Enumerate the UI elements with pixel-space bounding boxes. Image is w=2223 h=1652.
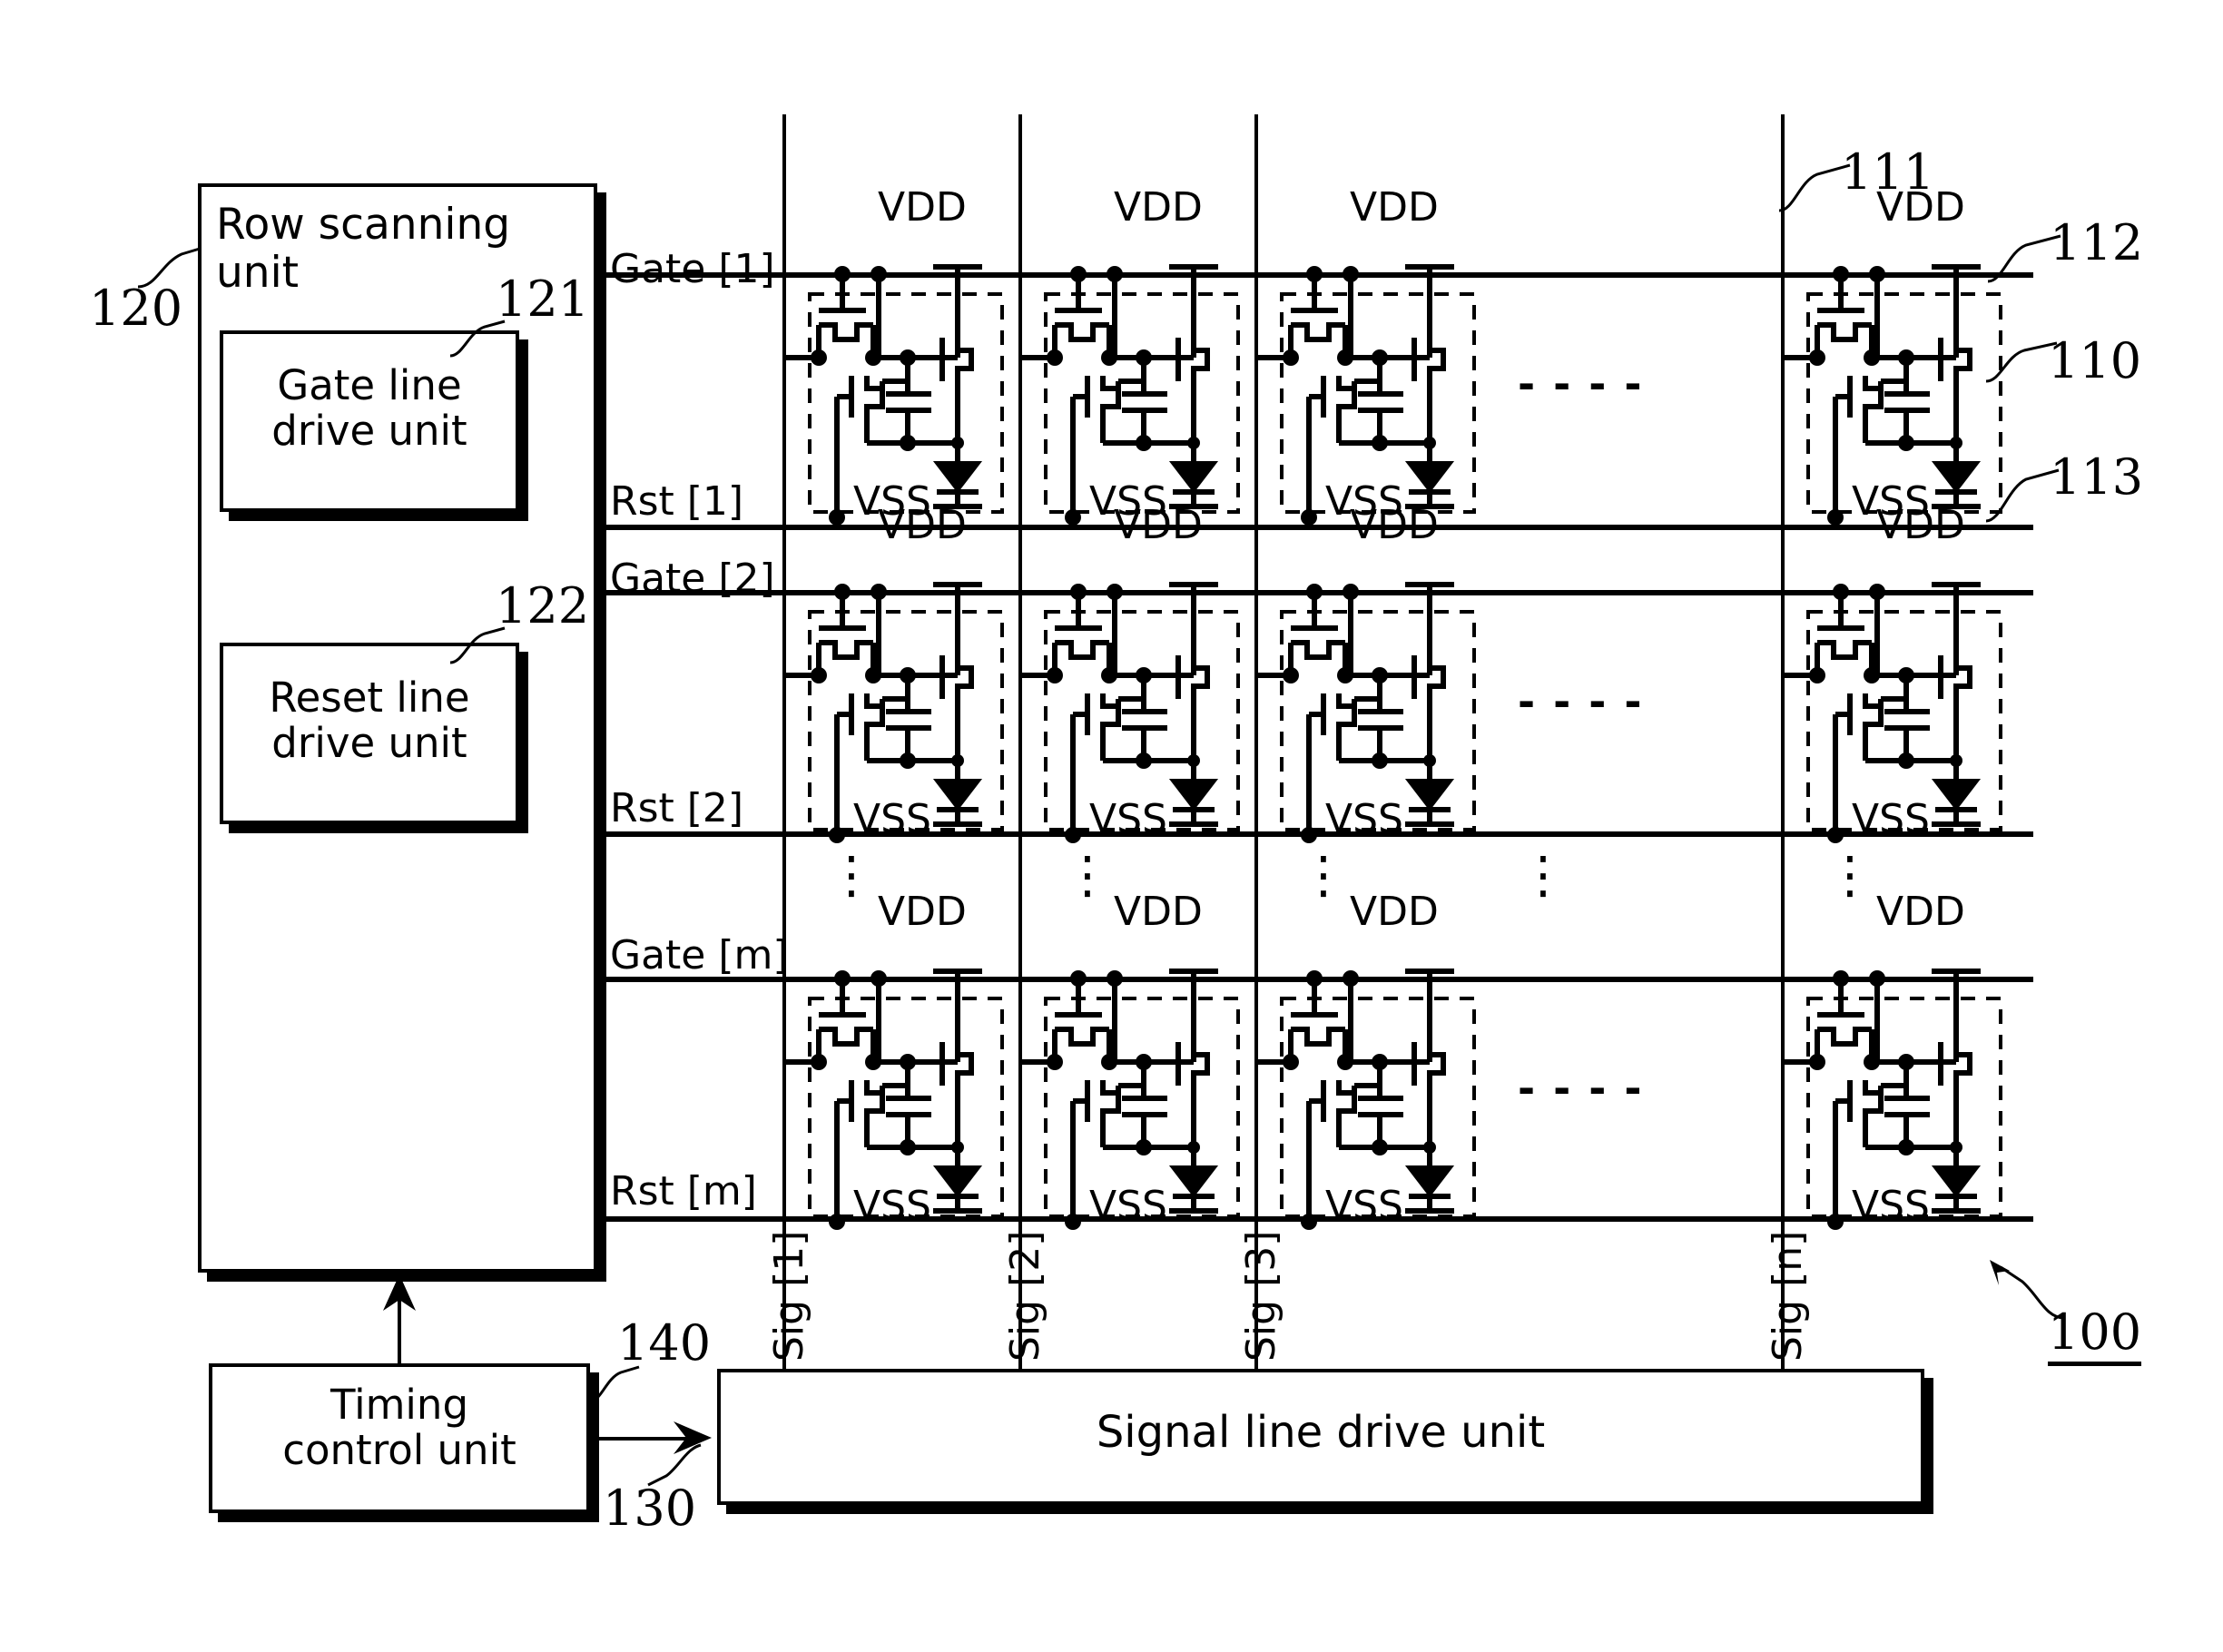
vdd-label: VDD: [878, 889, 967, 935]
column-label-sig-1: Sig [1]: [766, 1230, 812, 1362]
ref-111-leader: [1777, 162, 1854, 216]
signal-line-n[interactable]: [1781, 114, 1785, 1371]
reset-line-drive-unit-label: Reset line drive unit: [269, 674, 470, 768]
vdd-label: VDD: [1114, 502, 1203, 548]
row-label-gate-1: Gate [1]: [610, 246, 775, 292]
row-label-gate-2: Gate [2]: [610, 556, 775, 602]
ref-130-label: 130: [603, 1480, 697, 1537]
ref-120-leader: [136, 227, 209, 300]
vertical-ellipsis: ⋮: [1062, 846, 1113, 905]
signal-line-drive-unit-label: Signal line drive unit: [1096, 1407, 1546, 1458]
vertical-ellipsis: ⋮: [1825, 846, 1875, 905]
vdd-label: VDD: [1114, 889, 1203, 935]
ref-130-leader: [644, 1443, 703, 1489]
vdd-label: VDD: [1350, 184, 1439, 231]
vss-label: VSS: [1089, 796, 1167, 842]
vdd-label: VDD: [878, 184, 967, 231]
vertical-ellipsis: ⋮: [1518, 846, 1569, 905]
vss-label: VSS: [1325, 1183, 1403, 1229]
timing-to-row-scanning-arrow-head: [378, 1274, 421, 1313]
vertical-ellipsis: ⋮: [826, 846, 877, 905]
vss-label: VSS: [1852, 1183, 1930, 1229]
row-scanning-unit-label: Row scanning unit: [216, 200, 511, 298]
ref-140-leader: [588, 1363, 643, 1405]
row-label-gate-m: Gate [m]: [610, 932, 789, 978]
row-label-rst-m: Rst [m]: [610, 1168, 757, 1214]
horizontal-ellipsis: - - - -: [1518, 677, 1644, 726]
ref-100-leader: [1986, 1260, 2068, 1332]
vss-label: VSS: [1089, 1183, 1167, 1229]
vss-label: VSS: [1325, 796, 1403, 842]
vdd-label: VDD: [1114, 184, 1203, 231]
vdd-label: VDD: [1350, 502, 1439, 548]
signal-line-1[interactable]: [782, 114, 786, 1371]
vdd-label: VDD: [1350, 889, 1439, 935]
ref-110-label: 110: [2048, 332, 2142, 389]
horizontal-ellipsis: - - - -: [1518, 359, 1644, 408]
horizontal-ellipsis: - - - -: [1518, 1064, 1644, 1113]
timing-control-unit-label: Timing control unit: [282, 1381, 516, 1475]
ref-122-leader: [448, 624, 512, 666]
column-label-sig-3: Sig [3]: [1238, 1230, 1284, 1362]
vertical-ellipsis: ⋮: [1298, 846, 1349, 905]
patent-figure-canvas: Row scanning unit Gate line drive unit R…: [0, 0, 2223, 1652]
column-label-sig-n: Sig [n]: [1765, 1230, 1811, 1362]
column-label-sig-2: Sig [2]: [1002, 1230, 1048, 1362]
gate-line-drive-unit-label: Gate line drive unit: [271, 361, 467, 456]
vdd-label: VDD: [878, 502, 967, 548]
row-label-rst-1: Rst [1]: [610, 478, 744, 525]
vss-label: VSS: [853, 1183, 931, 1229]
ref-113-label: 113: [2050, 448, 2144, 506]
vss-label: VSS: [853, 796, 931, 842]
row-label-rst-2: Rst [2]: [610, 785, 744, 831]
vdd-label: VDD: [1876, 184, 1965, 231]
ref-121-leader: [448, 318, 512, 359]
vdd-label: VDD: [1876, 502, 1965, 548]
vdd-label: VDD: [1876, 889, 1965, 935]
vss-label: VSS: [1852, 796, 1930, 842]
